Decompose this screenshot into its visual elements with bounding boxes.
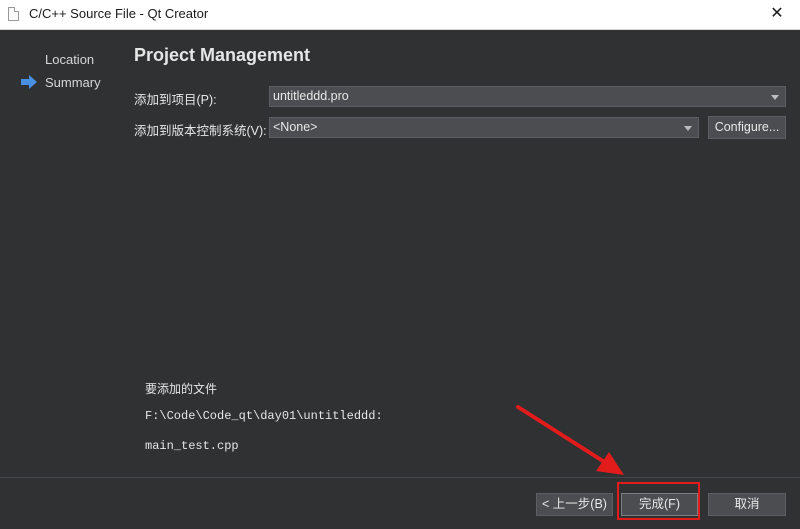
file-name: main_test.cpp: [145, 439, 239, 453]
chevron-down-icon: [771, 95, 779, 100]
project-value: untitleddd.pro: [273, 89, 349, 103]
vcs-label: 添加到版本控制系统(V):: [134, 124, 267, 138]
configure-button[interactable]: Configure...: [708, 116, 786, 139]
close-icon: ✕: [770, 5, 784, 22]
wizard-steps: Location Summary: [0, 30, 128, 477]
step-location: Location: [45, 52, 95, 67]
files-heading: 要添加的文件: [145, 382, 218, 396]
add-to-project-label: 添加到项目(P):: [134, 93, 217, 107]
vcs-value: <None>: [273, 120, 318, 134]
divider: [0, 477, 800, 478]
window-title: C/C++ Source File - Qt Creator: [29, 6, 209, 21]
step-summary: Summary: [45, 75, 101, 90]
wizard-dialog: Location Summary Project Management 添加到项…: [0, 30, 800, 529]
back-button[interactable]: < 上一步(B): [536, 493, 613, 516]
page-title: Project Management: [134, 45, 311, 65]
project-combobox[interactable]: untitleddd.pro: [269, 86, 786, 107]
chevron-down-icon: [684, 126, 692, 131]
title-bar: C/C++ Source File - Qt Creator ✕: [0, 0, 800, 30]
cancel-button[interactable]: 取消: [708, 493, 786, 516]
close-button[interactable]: ✕: [754, 0, 800, 29]
right-arrow-icon: [21, 75, 37, 89]
vcs-combobox[interactable]: <None>: [269, 117, 699, 138]
annotation-highlight-box: [617, 482, 700, 520]
file-icon: [8, 7, 19, 21]
files-path: F:\Code\Code_qt\day01\untitleddd:: [145, 409, 383, 423]
